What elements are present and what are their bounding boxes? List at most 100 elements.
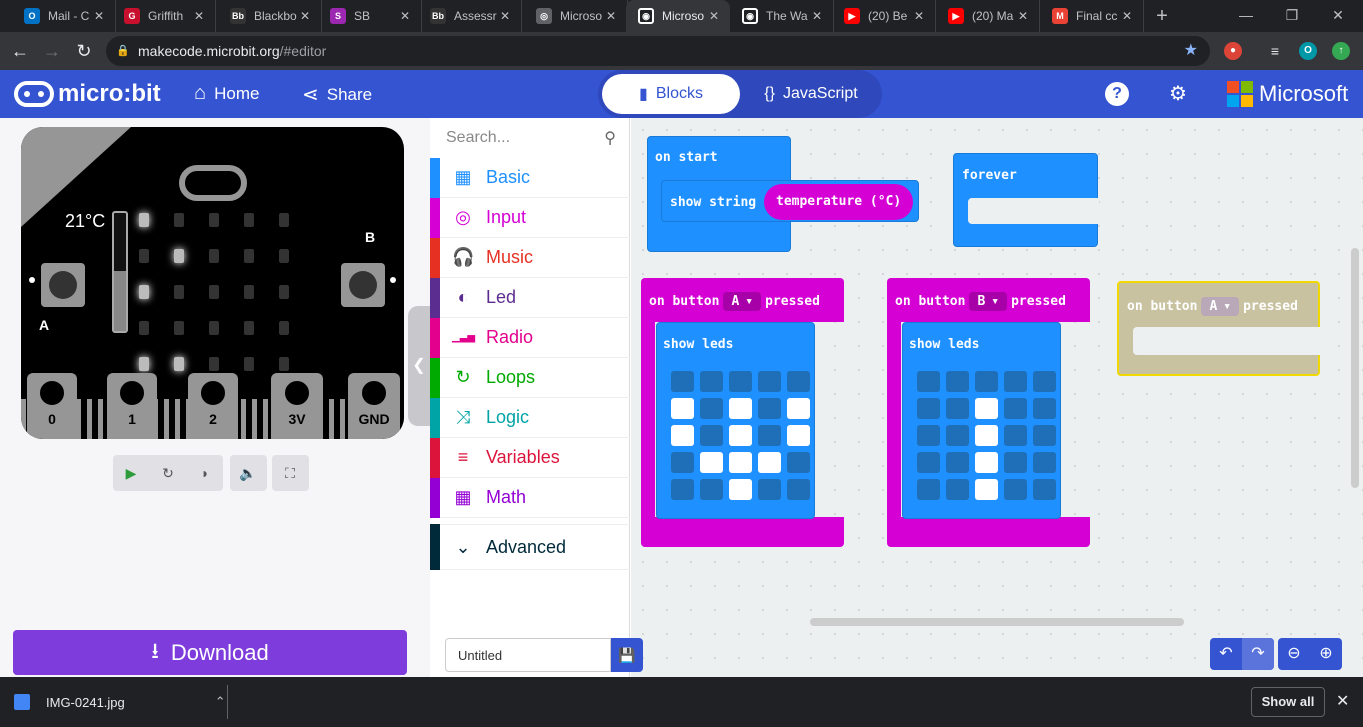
collapse-simulator-button[interactable]: ❮ — [408, 306, 430, 426]
playlist-icon[interactable]: ≡ — [1266, 42, 1284, 60]
zoom-out-icon[interactable]: ⊖ — [1278, 638, 1310, 670]
close-tab-icon[interactable]: ✕ — [497, 9, 513, 23]
category-radio[interactable]: ▁▃▅ Radio — [430, 317, 630, 358]
browser-tab[interactable]: Bb Assessr ✕ — [418, 0, 522, 32]
led-cell[interactable] — [729, 452, 752, 473]
button-dropdown[interactable]: A ▾ — [1201, 297, 1240, 316]
led-cell[interactable] — [1033, 425, 1056, 446]
zoom-in-icon[interactable]: ⊕ — [1310, 638, 1342, 670]
microbit-logo[interactable]: micro:bit — [14, 80, 161, 108]
led-cell[interactable] — [758, 371, 781, 392]
close-tab-icon[interactable]: ✕ — [1015, 9, 1031, 23]
led-cell[interactable] — [917, 452, 940, 473]
button-b[interactable] — [341, 263, 385, 307]
category-loops[interactable]: ↻ Loops — [430, 357, 630, 398]
led-cell[interactable] — [729, 425, 752, 446]
led-cell[interactable] — [975, 425, 998, 446]
close-tab-icon[interactable]: ✕ — [706, 9, 722, 23]
led-cell[interactable] — [700, 371, 723, 392]
led-cell[interactable] — [917, 398, 940, 419]
led-cell[interactable] — [1004, 479, 1027, 500]
workspace-horizontal-scrollbar[interactable] — [810, 618, 1184, 626]
led-cell[interactable] — [1004, 425, 1027, 446]
led-cell[interactable] — [917, 371, 940, 392]
help-icon[interactable]: ? — [1105, 82, 1129, 106]
mute-button[interactable]: 🔈 — [230, 455, 267, 491]
led-cell[interactable] — [700, 452, 723, 473]
show-leds-block[interactable]: show leds — [902, 322, 1061, 519]
close-tab-icon[interactable]: ✕ — [91, 9, 107, 23]
new-tab-button[interactable]: + — [1150, 4, 1174, 28]
led-cell[interactable] — [946, 371, 969, 392]
share-button[interactable]: ⋖ Share — [302, 82, 372, 107]
led-cell[interactable] — [758, 479, 781, 500]
close-tab-icon[interactable]: ✕ — [1119, 9, 1135, 23]
led-cell[interactable] — [787, 479, 810, 500]
home-button[interactable]: ⌂ Home — [194, 82, 259, 105]
led-cell[interactable] — [671, 425, 694, 446]
led-cell[interactable] — [671, 452, 694, 473]
bookmark-star-icon[interactable]: ★ — [1184, 36, 1198, 66]
temperature-reporter[interactable]: temperature (°C) — [764, 184, 914, 220]
led-cell[interactable] — [1033, 371, 1056, 392]
led-cell[interactable] — [975, 371, 998, 392]
category-basic[interactable]: ▦ Basic — [430, 157, 630, 198]
save-icon[interactable]: 💾 — [611, 638, 643, 672]
led-cell[interactable] — [671, 398, 694, 419]
led-cell[interactable] — [671, 479, 694, 500]
on-start-block[interactable]: on start show string temperature (°C) — [647, 136, 919, 252]
pin-3v[interactable]: 3V — [271, 373, 323, 439]
close-tab-icon[interactable]: ✕ — [603, 9, 619, 23]
led-cell[interactable] — [758, 452, 781, 473]
browser-tab[interactable]: ▶ (20) Be ✕ — [832, 0, 936, 32]
category-advanced[interactable]: ⌄ Advanced — [430, 524, 630, 570]
led-cell[interactable] — [787, 425, 810, 446]
close-tab-icon[interactable]: ✕ — [397, 9, 413, 23]
close-tab-icon[interactable]: ✕ — [191, 9, 207, 23]
led-cell[interactable] — [729, 398, 752, 419]
browser-tab[interactable]: ◉ Microso ✕ — [626, 0, 730, 32]
disabled-on-button-a-block[interactable]: on button A ▾ pressed — [1117, 281, 1322, 376]
led-cell[interactable] — [975, 479, 998, 500]
led-cell[interactable] — [917, 479, 940, 500]
close-tab-icon[interactable]: ✕ — [911, 9, 927, 23]
led-cell[interactable] — [1033, 452, 1056, 473]
javascript-tab[interactable]: {} JavaScript — [744, 74, 878, 114]
update-icon[interactable]: ↑ — [1332, 42, 1350, 60]
category-music[interactable]: 🎧 Music — [430, 237, 630, 278]
play-icon[interactable]: ▶ — [113, 455, 149, 491]
browser-tab[interactable]: ◎ Microso ✕ — [524, 0, 628, 32]
temperature-slider[interactable] — [112, 211, 128, 333]
led-cell[interactable] — [946, 479, 969, 500]
extension-icon[interactable]: ● — [1224, 42, 1242, 60]
browser-tab[interactable]: O Mail - C ✕ — [12, 0, 116, 32]
led-cell[interactable] — [975, 398, 998, 419]
pin-1[interactable]: 1 — [107, 373, 157, 439]
close-shelf-icon[interactable]: ✕ — [1336, 691, 1349, 711]
button-a[interactable] — [41, 263, 85, 307]
browser-tab[interactable]: ▶ (20) Ma ✕ — [936, 0, 1040, 32]
reload-button[interactable]: ↻ — [72, 39, 96, 63]
profile-avatar[interactable]: O — [1299, 42, 1317, 60]
close-window-button[interactable]: ✕ — [1315, 0, 1361, 32]
led-cell[interactable] — [975, 452, 998, 473]
undo-icon[interactable]: ↶ — [1210, 638, 1242, 670]
led-cell[interactable] — [758, 398, 781, 419]
button-dropdown[interactable]: A ▾ — [723, 292, 762, 311]
browser-tab[interactable]: Bb Blackbo ✕ — [218, 0, 322, 32]
on-button-a-block[interactable]: on button A ▾ pressed show leds — [641, 278, 844, 547]
led-cell[interactable] — [700, 479, 723, 500]
browser-tab[interactable]: S SB ✕ — [318, 0, 422, 32]
led-cell[interactable] — [787, 452, 810, 473]
gear-icon[interactable]: ⚙ — [1166, 82, 1190, 106]
led-cell[interactable] — [1033, 479, 1056, 500]
led-cell[interactable] — [700, 425, 723, 446]
url-field[interactable]: 🔒 makecode.microbit.org/#editor ★ — [106, 36, 1210, 66]
led-cell[interactable] — [758, 425, 781, 446]
pin-2[interactable]: 2 — [188, 373, 238, 439]
microsoft-logo[interactable]: Microsoft — [1227, 81, 1348, 107]
show-all-button[interactable]: Show all — [1251, 687, 1325, 717]
led-cell[interactable] — [700, 398, 723, 419]
led-cell[interactable] — [729, 371, 752, 392]
browser-tab[interactable]: G Griffith ✕ — [112, 0, 216, 32]
